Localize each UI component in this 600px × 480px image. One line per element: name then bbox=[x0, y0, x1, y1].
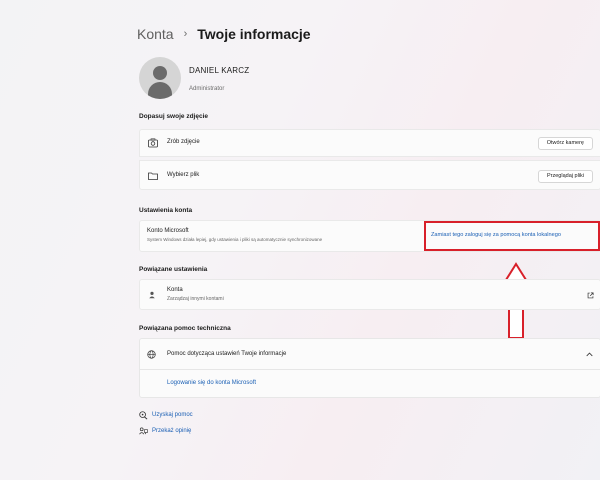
feedback-link[interactable]: Przekaż opinię bbox=[152, 428, 191, 434]
microsoft-account-title: Konto Microsoft bbox=[147, 228, 189, 234]
highlight-box bbox=[424, 221, 600, 251]
open-camera-button[interactable]: Otwórz kamerę bbox=[537, 137, 593, 150]
user-role: Administrator bbox=[189, 86, 225, 92]
camera-icon bbox=[148, 138, 158, 148]
take-photo-label: Zrób zdjęcie bbox=[167, 139, 200, 145]
chevron-up-icon bbox=[586, 352, 593, 357]
browse-files-button[interactable]: Przeglądaj pliki bbox=[538, 170, 593, 183]
avatar-head-shape bbox=[153, 66, 167, 80]
choose-file-row: Wybierz plik Przeglądaj pliki bbox=[139, 160, 600, 190]
microsoft-account-description: System Windows działa lepiej, gdy ustawi… bbox=[147, 237, 323, 242]
breadcrumb-konta[interactable]: Konta bbox=[137, 26, 174, 42]
support-card: Pomoc dotycząca ustawień Twoje informacj… bbox=[139, 338, 600, 398]
accounts-row[interactable]: Konta Zarządzaj innymi kontami bbox=[139, 279, 600, 310]
feedback-icon bbox=[139, 427, 148, 435]
section-title-photo: Dopasuj swoje zdjęcie bbox=[139, 113, 208, 120]
accounts-title: Konta bbox=[167, 287, 183, 293]
settings-page: Konta › Twoje informacje DANIEL KARCZ Ad… bbox=[0, 0, 600, 480]
get-help-icon bbox=[139, 411, 148, 420]
page-title: Twoje informacje bbox=[197, 26, 311, 42]
folder-icon bbox=[148, 172, 158, 180]
section-title-related: Powiązane ustawienia bbox=[139, 266, 208, 273]
help-link-microsoft-signin[interactable]: Logowanie się do konta Microsoft bbox=[167, 380, 256, 386]
take-photo-row: Zrób zdjęcie Otwórz kamerę bbox=[139, 129, 600, 157]
avatar bbox=[139, 57, 181, 99]
section-title-support: Powiązana pomoc techniczna bbox=[139, 325, 231, 332]
breadcrumb-separator: › bbox=[183, 28, 188, 40]
globe-icon bbox=[147, 350, 156, 359]
user-name: DANIEL KARCZ bbox=[189, 66, 250, 75]
section-title-account: Ustawienia konta bbox=[139, 207, 193, 214]
accounts-description: Zarządzaj innymi kontami bbox=[167, 296, 224, 302]
open-external-icon bbox=[587, 292, 594, 299]
avatar-body-shape bbox=[148, 82, 172, 99]
help-title: Pomoc dotycząca ustawień Twoje informacj… bbox=[167, 351, 287, 357]
get-help-link[interactable]: Uzyskaj pomoc bbox=[152, 412, 193, 418]
breadcrumb: Konta › Twoje informacje bbox=[137, 26, 311, 42]
choose-file-label: Wybierz plik bbox=[167, 172, 200, 178]
help-expander-header[interactable]: Pomoc dotycząca ustawień Twoje informacj… bbox=[140, 339, 600, 370]
person-icon bbox=[149, 291, 155, 299]
